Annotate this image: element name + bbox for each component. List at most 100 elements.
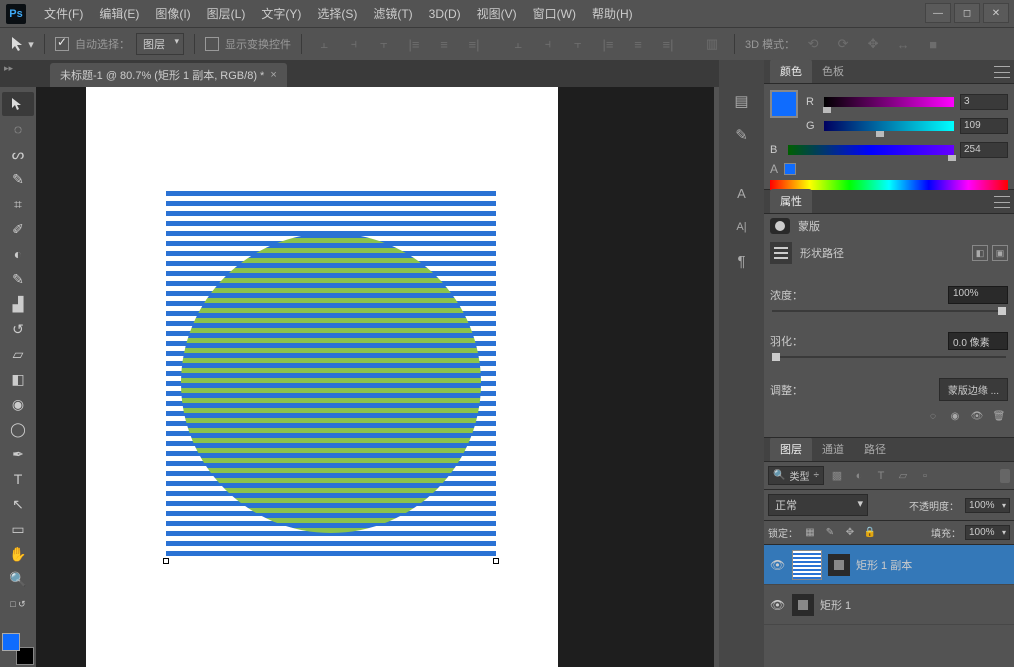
- filter-adjust-icon[interactable]: ◐: [850, 468, 868, 484]
- align-vcenter-icon[interactable]: ⫞: [342, 33, 366, 55]
- distribute-hcenter-icon[interactable]: ≡: [626, 33, 650, 55]
- eyedropper-tool[interactable]: ✐: [2, 217, 34, 241]
- auto-align-icon[interactable]: ▥: [700, 33, 724, 55]
- opacity-input[interactable]: 100%: [965, 498, 1010, 513]
- distribute-top-icon[interactable]: ⫠: [506, 33, 530, 55]
- quick-select-tool[interactable]: ✎: [2, 167, 34, 191]
- close-button[interactable]: ✕: [983, 3, 1009, 23]
- g-slider[interactable]: [824, 121, 954, 131]
- foreground-color-swatch[interactable]: [2, 633, 20, 651]
- tab-properties[interactable]: 属性: [770, 189, 812, 213]
- 3d-pan-icon[interactable]: ✥: [861, 33, 885, 55]
- menu-3d[interactable]: 3D(D): [421, 1, 469, 27]
- transform-controls-checkbox[interactable]: [205, 37, 219, 51]
- autoselect-checkbox[interactable]: [55, 37, 69, 51]
- disable-mask-icon[interactable]: 👁: [970, 409, 984, 423]
- healing-tool[interactable]: ◐: [2, 242, 34, 266]
- r-slider[interactable]: [824, 97, 954, 107]
- color-preview-swatch[interactable]: [770, 90, 798, 118]
- b-value[interactable]: 254: [960, 142, 1008, 158]
- menu-view[interactable]: 视图(V): [469, 0, 525, 28]
- density-slider[interactable]: [772, 310, 1006, 312]
- mask-edge-button[interactable]: 蒙版边缘 ...: [939, 378, 1008, 401]
- marquee-tool[interactable]: ◌: [2, 117, 34, 141]
- filter-pixel-icon[interactable]: ▩: [828, 468, 846, 484]
- tab-swatches[interactable]: 色板: [812, 59, 854, 83]
- transform-handle-bl[interactable]: [163, 558, 169, 564]
- mask-vector-icon[interactable]: ▣: [992, 245, 1008, 261]
- stamp-tool[interactable]: ▟: [2, 292, 34, 316]
- brush-panel-icon[interactable]: ✎: [727, 122, 757, 148]
- align-right-icon[interactable]: ≡|: [462, 33, 486, 55]
- lock-pixels-icon[interactable]: ✎: [822, 526, 838, 540]
- layer-filter-select[interactable]: 🔍 类型 ÷: [768, 466, 824, 485]
- hand-tool[interactable]: ✋: [2, 542, 34, 566]
- fill-input[interactable]: 100%: [965, 525, 1010, 540]
- zoom-tool[interactable]: 🔍: [2, 567, 34, 591]
- layer-item[interactable]: 👁 矩形 1: [764, 585, 1014, 625]
- shape-tool[interactable]: ▭: [2, 517, 34, 541]
- menu-window[interactable]: 窗口(W): [525, 0, 584, 28]
- properties-panel-menu-icon[interactable]: [994, 196, 1010, 208]
- mask-pixel-icon[interactable]: ◧: [972, 245, 988, 261]
- 3d-camera-icon[interactable]: ■: [921, 33, 945, 55]
- density-input[interactable]: 100%: [948, 286, 1008, 304]
- brush-tool[interactable]: ✎: [2, 267, 34, 291]
- tab-color[interactable]: 颜色: [770, 59, 812, 83]
- 3d-orbit-icon[interactable]: ⟲: [801, 33, 825, 55]
- collapse-left-icon[interactable]: ▸▸: [4, 63, 13, 74]
- blend-mode-select[interactable]: 正常: [768, 494, 868, 516]
- filter-type-icon[interactable]: T: [872, 468, 890, 484]
- lock-transparency-icon[interactable]: ▦: [802, 526, 818, 540]
- text-color-swatch[interactable]: [784, 163, 796, 175]
- blur-tool[interactable]: ◉: [2, 392, 34, 416]
- tab-paths[interactable]: 路径: [854, 437, 896, 461]
- tab-close-icon[interactable]: ×: [270, 69, 276, 81]
- transform-handle-br[interactable]: [493, 558, 499, 564]
- move-tool[interactable]: [2, 92, 34, 116]
- layer-mask-thumbnail[interactable]: [828, 554, 850, 576]
- pen-tool[interactable]: ✒: [2, 442, 34, 466]
- gradient-tool[interactable]: ◧: [2, 367, 34, 391]
- r-value[interactable]: 3: [960, 94, 1008, 110]
- menu-layer[interactable]: 图层(L): [199, 0, 254, 28]
- distribute-vcenter-icon[interactable]: ⫞: [536, 33, 560, 55]
- layer-mask-thumbnail[interactable]: [792, 594, 814, 616]
- menu-edit[interactable]: 编辑(E): [91, 0, 147, 28]
- align-top-icon[interactable]: ⫠: [312, 33, 336, 55]
- layer-thumbnail[interactable]: [792, 550, 822, 580]
- 3d-slide-icon[interactable]: ↔: [891, 33, 915, 55]
- layer-name[interactable]: 矩形 1: [820, 597, 851, 613]
- delete-mask-icon[interactable]: 🗑: [992, 409, 1006, 423]
- visibility-toggle-icon[interactable]: 👁: [770, 558, 786, 572]
- autoselect-target-select[interactable]: 图层: [136, 33, 184, 55]
- lock-all-icon[interactable]: 🔒: [862, 526, 878, 540]
- layer-item[interactable]: 👁 矩形 1 副本: [764, 545, 1014, 585]
- tab-layers[interactable]: 图层: [770, 437, 812, 461]
- dodge-tool[interactable]: ◯: [2, 417, 34, 441]
- menu-select[interactable]: 选择(S): [309, 0, 365, 28]
- distribute-right-icon[interactable]: ≡|: [656, 33, 680, 55]
- character-panel-icon[interactable]: A: [727, 180, 757, 206]
- g-value[interactable]: 109: [960, 118, 1008, 134]
- visibility-toggle-icon[interactable]: 👁: [770, 598, 786, 612]
- menu-filter[interactable]: 滤镜(T): [365, 0, 420, 28]
- paragraph-panel-icon[interactable]: A|: [727, 214, 757, 240]
- layers-panel-menu-icon[interactable]: [994, 66, 1010, 78]
- distribute-left-icon[interactable]: |≡: [596, 33, 620, 55]
- maximize-button[interactable]: ◻: [954, 3, 980, 23]
- menu-image[interactable]: 图像(I): [147, 0, 198, 28]
- distribute-bottom-icon[interactable]: ⫟: [566, 33, 590, 55]
- align-bottom-icon[interactable]: ⫟: [372, 33, 396, 55]
- path-select-tool[interactable]: ↖: [2, 492, 34, 516]
- feather-input[interactable]: 0.0 像素: [948, 332, 1008, 350]
- apply-mask-icon[interactable]: ◉: [948, 409, 962, 423]
- filter-toggle[interactable]: [1000, 469, 1010, 483]
- color-swatches[interactable]: [2, 633, 34, 665]
- minimize-button[interactable]: —: [925, 3, 951, 23]
- load-selection-icon[interactable]: ◌: [926, 409, 940, 423]
- align-left-icon[interactable]: |≡: [402, 33, 426, 55]
- crop-tool[interactable]: ⌗: [2, 192, 34, 216]
- tab-channels[interactable]: 通道: [812, 437, 854, 461]
- feather-slider[interactable]: [772, 356, 1006, 358]
